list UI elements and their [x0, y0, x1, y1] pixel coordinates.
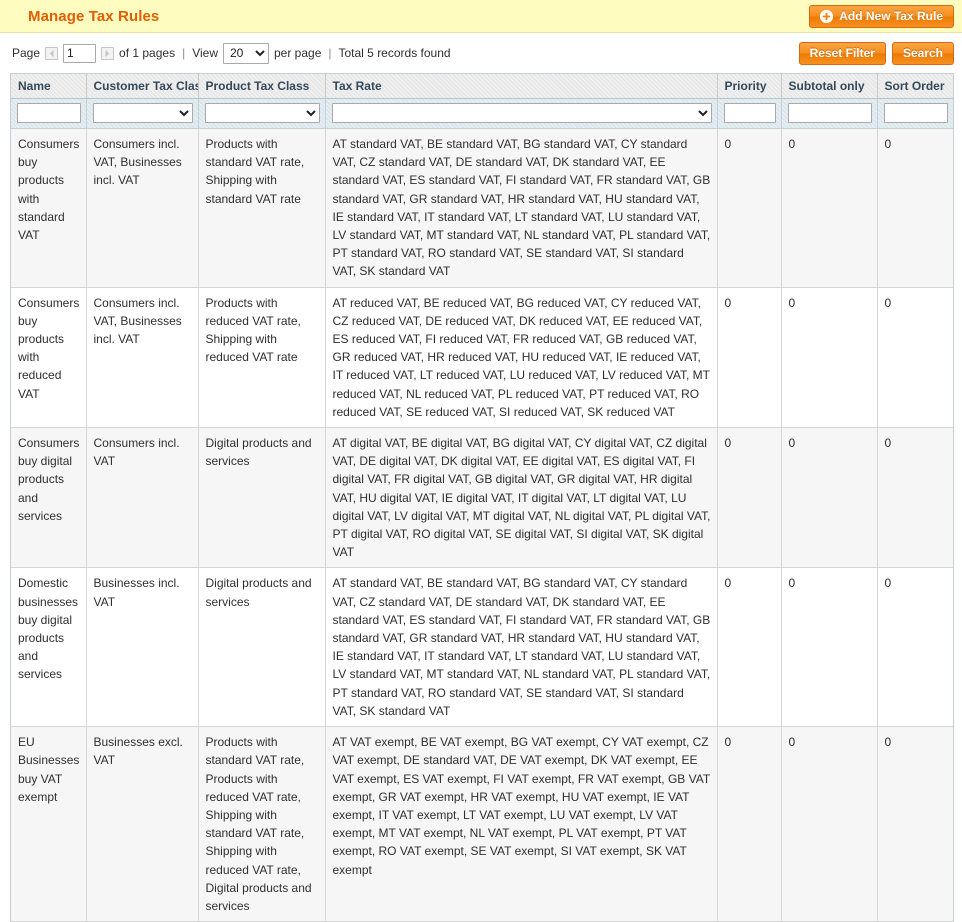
cell-tax_rate: AT VAT exempt, BE VAT exempt, BG VAT exe…: [325, 726, 718, 922]
cell-customer_tax_class: Consumers incl. VAT: [86, 427, 199, 569]
cell-name: Consumers buy products with reduced VAT: [11, 287, 87, 429]
cell-priority: 0: [717, 427, 782, 569]
column-header-tax_rate[interactable]: Tax Rate: [325, 74, 718, 99]
table-row[interactable]: Consumers buy products with reduced VAT C…: [11, 287, 953, 429]
pager: Page of 1 pages | View 203050100200 per …: [12, 42, 451, 64]
pager-separator-1: |: [182, 46, 186, 60]
search-label: Search: [902, 46, 943, 60]
cell-tax_rate: AT standard VAT, BE standard VAT, BG sta…: [325, 128, 718, 288]
grid-toolbar: Page of 1 pages | View 203050100200 per …: [0, 39, 962, 67]
cell-customer_tax_class: Consumers incl. VAT, Businesses incl. VA…: [86, 287, 199, 429]
filter-cell-customer_tax_class: [86, 98, 199, 129]
tax-rules-table: Name Customer Tax Class Product Tax Class T…: [11, 74, 953, 922]
table-row[interactable]: Domestic businesses buy digital products…: [11, 567, 953, 728]
cell-sort_order: 0: [877, 287, 953, 429]
of-pages-label: of 1 pages: [119, 46, 176, 60]
cell-subtotal_only: 0: [781, 128, 878, 288]
chevron-right-icon: [105, 49, 110, 57]
next-page-button[interactable]: [101, 46, 115, 60]
page-title: Manage Tax Rules: [28, 7, 160, 25]
add-new-tax-rule-label: Add New Tax Rule: [839, 9, 943, 23]
filter-input-sort_order[interactable]: [883, 103, 948, 123]
chevron-left-icon: [49, 49, 54, 57]
cell-tax_rate: AT standard VAT, BE standard VAT, BG sta…: [325, 567, 718, 728]
page-number-input[interactable]: [63, 43, 97, 63]
filter-cell-tax_rate: [325, 98, 718, 129]
search-button[interactable]: Search: [891, 41, 954, 65]
add-new-tax-rule-button[interactable]: Add New Tax Rule: [809, 4, 954, 28]
pager-separator-2: |: [328, 46, 332, 60]
cell-product_tax_class: Products with standard VAT rate, Shippin…: [198, 128, 326, 288]
filter-row: [11, 98, 953, 129]
cell-name: Domestic businesses buy digital products…: [11, 567, 87, 728]
total-records-label: Total 5 records found: [338, 46, 451, 60]
cell-sort_order: 0: [877, 128, 953, 288]
cell-priority: 0: [717, 567, 782, 728]
header-row: Name Customer Tax Class Product Tax Class T…: [11, 74, 953, 99]
toolbar-buttons: Reset Filter Search: [798, 41, 954, 65]
page-header: Manage Tax Rules Add New Tax Rule: [0, 0, 962, 33]
cell-product_tax_class: Digital products and services: [198, 427, 326, 569]
reset-filter-button[interactable]: Reset Filter: [798, 41, 886, 65]
cell-tax_rate: AT digital VAT, BE digital VAT, BG digit…: [325, 427, 718, 569]
page-label: Page: [12, 46, 41, 60]
cell-priority: 0: [717, 128, 782, 288]
cell-sort_order: 0: [877, 726, 953, 922]
table-head: Name Customer Tax Class Product Tax Class T…: [11, 74, 953, 129]
column-header-sort_order[interactable]: Sort Order: [877, 74, 953, 99]
column-header-subtotal_only[interactable]: Subtotal only: [781, 74, 878, 99]
per-page-select[interactable]: 203050100200: [223, 42, 269, 64]
table-row[interactable]: Consumers buy products with standard VAT…: [11, 128, 953, 288]
cell-subtotal_only: 0: [781, 726, 878, 922]
filter-cell-subtotal_only: [781, 98, 878, 129]
filter-cell-priority: [717, 98, 782, 129]
cell-priority: 0: [717, 726, 782, 922]
tax-rules-grid: Name Customer Tax Class Product Tax Class T…: [10, 73, 954, 922]
view-label: View: [192, 46, 218, 60]
filter-select-tax_rate[interactable]: [331, 103, 712, 123]
column-header-product_tax_class[interactable]: Product Tax Class: [198, 74, 326, 99]
column-header-priority[interactable]: Priority: [717, 74, 782, 99]
filter-input-name[interactable]: [17, 103, 81, 123]
filter-cell-sort_order: [877, 98, 953, 129]
cell-tax_rate: AT reduced VAT, BE reduced VAT, BG reduc…: [325, 287, 718, 429]
cell-product_tax_class: Products with standard VAT rate, Product…: [198, 726, 326, 922]
cell-name: Consumers buy products with standard VAT: [11, 128, 87, 288]
column-header-customer_tax_class[interactable]: Customer Tax Class: [86, 74, 199, 99]
cell-customer_tax_class: Businesses incl. VAT: [86, 567, 199, 728]
table-body: Consumers buy products with standard VAT…: [11, 128, 953, 922]
cell-sort_order: 0: [877, 567, 953, 728]
filter-select-customer_tax_class[interactable]: [92, 103, 193, 123]
cell-customer_tax_class: Consumers incl. VAT, Businesses incl. VA…: [86, 128, 199, 288]
cell-subtotal_only: 0: [781, 287, 878, 429]
plus-circle-icon: [820, 9, 834, 23]
filter-input-subtotal_only[interactable]: [787, 103, 872, 123]
table-row[interactable]: Consumers buy digital products and servi…: [11, 427, 953, 569]
filter-select-product_tax_class[interactable]: [204, 103, 320, 123]
filter-cell-name: [11, 98, 87, 129]
cell-product_tax_class: Digital products and services: [198, 567, 326, 728]
cell-product_tax_class: Products with reduced VAT rate, Shipping…: [198, 287, 326, 429]
table-row[interactable]: EU Businesses buy VAT exempt Businesses e…: [11, 726, 953, 922]
cell-name: Consumers buy digital products and servi…: [11, 427, 87, 569]
filter-cell-product_tax_class: [198, 98, 326, 129]
column-header-name[interactable]: Name: [11, 74, 87, 99]
reset-filter-label: Reset Filter: [809, 46, 875, 60]
cell-sort_order: 0: [877, 427, 953, 569]
cell-name: EU Businesses buy VAT exempt: [11, 726, 87, 922]
cell-subtotal_only: 0: [781, 567, 878, 728]
per-page-label: per page: [274, 46, 322, 60]
cell-subtotal_only: 0: [781, 427, 878, 569]
cell-customer_tax_class: Businesses excl. VAT: [86, 726, 199, 922]
filter-input-priority[interactable]: [723, 103, 776, 123]
cell-priority: 0: [717, 287, 782, 429]
previous-page-button[interactable]: [45, 46, 59, 60]
